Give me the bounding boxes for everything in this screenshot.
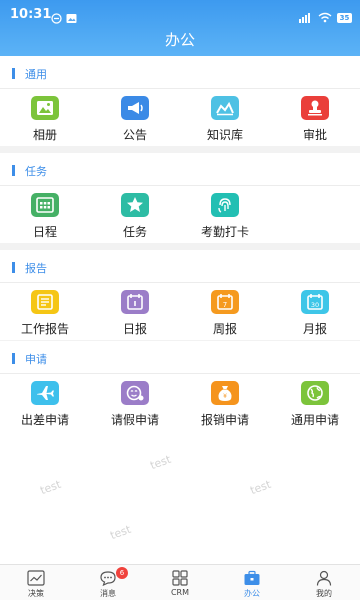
knowledge-base-icon	[211, 96, 239, 120]
item-label: 通用申请	[290, 413, 339, 427]
monthly-report-button[interactable]: 30 月报	[270, 282, 360, 342]
reimbursement-button[interactable]: ¥ 报销申请	[180, 373, 270, 433]
section-marker	[12, 68, 15, 79]
item-label: 公告	[122, 128, 147, 142]
business-trip-button[interactable]: 出差申请	[0, 373, 90, 433]
item-label: 月报	[302, 322, 327, 336]
wifi-icon	[318, 8, 332, 27]
tab-office[interactable]: 办公	[216, 565, 288, 600]
star-icon	[121, 193, 149, 217]
section-marker	[12, 165, 15, 176]
chat-bubble-icon	[99, 570, 117, 587]
task-button[interactable]: 任务	[90, 185, 180, 245]
battery-icon: 35	[337, 12, 352, 23]
tab-decision[interactable]: 决策	[0, 565, 72, 600]
schedule-button[interactable]: 日程	[0, 185, 90, 245]
monthly-icon-text: 30	[311, 301, 319, 309]
user-icon	[315, 570, 333, 586]
tab-me[interactable]: 我的	[288, 565, 360, 600]
section-header: 通用	[0, 56, 360, 88]
office-content: 通用 相册 公告 知识库 审批 任务 日程 任务 考勤打卡 报告 工作报告 日报…	[0, 56, 360, 564]
chart-icon	[27, 570, 45, 586]
section-applications: 申请 出差申请 请假申请 ¥ 报销申请 通用申请 test test test …	[0, 341, 360, 564]
section-reports: 报告 工作报告 日报 7 周报 30 月报	[0, 250, 360, 340]
section-tasks: 任务 日程 任务 考勤打卡	[0, 153, 360, 243]
item-label: 请假申请	[110, 413, 159, 427]
image-notification-icon	[66, 9, 77, 23]
app-header: 10:31 35 办公	[0, 0, 360, 56]
section-header: 报告	[0, 250, 360, 282]
tab-label: 消息	[100, 589, 116, 598]
section-header: 任务	[0, 153, 360, 185]
item-label: 周报	[212, 322, 237, 336]
unread-badge: 6	[116, 567, 128, 579]
knowledge-base-button[interactable]: 知识库	[180, 88, 270, 148]
item-label: 日程	[32, 225, 57, 239]
item-label: 审批	[302, 128, 327, 142]
tab-messages[interactable]: 6 消息	[72, 565, 144, 600]
weekly-icon-text: 7	[223, 301, 227, 309]
calendar-grid-icon	[31, 193, 59, 217]
svg-text:¥: ¥	[223, 393, 227, 400]
watermark: test	[108, 522, 133, 543]
item-label: 出差申请	[20, 413, 69, 427]
status-time: 10:31	[10, 7, 52, 22]
status-bar: 10:31 35	[0, 0, 360, 28]
item-label: 工作报告	[20, 322, 69, 336]
briefcase-icon	[243, 570, 261, 586]
item-label: 相册	[32, 128, 57, 142]
section-title: 通用	[25, 68, 47, 81]
page-title: 办公	[164, 31, 195, 49]
signal-icon	[299, 8, 313, 27]
attendance-button[interactable]: 考勤打卡	[180, 185, 270, 245]
watermark: test	[248, 477, 273, 498]
section-general: 通用 相册 公告 知识库 审批	[0, 56, 360, 146]
announcement-button[interactable]: 公告	[90, 88, 180, 148]
fingerprint-icon	[211, 193, 239, 217]
bottom-tab-bar: 决策 6 消息 CRM 办公 我的	[0, 564, 360, 600]
item-label: 任务	[122, 225, 147, 239]
notification-minus-icon	[51, 9, 62, 24]
money-bag-icon: ¥	[211, 381, 239, 405]
watermark: test	[148, 452, 173, 473]
approval-button[interactable]: 审批	[270, 88, 360, 148]
approval-stamp-icon	[301, 96, 329, 120]
airplane-icon	[31, 381, 59, 405]
status-icons: 35	[299, 8, 352, 27]
leave-request-icon	[121, 381, 149, 405]
section-title: 申请	[25, 353, 47, 366]
grid-apps-icon	[171, 570, 189, 586]
section-marker	[12, 353, 15, 364]
globe-icon	[301, 381, 329, 405]
section-header: 申请	[0, 341, 360, 373]
general-application-button[interactable]: 通用申请	[270, 373, 360, 433]
photo-album-icon	[31, 96, 59, 120]
megaphone-icon	[121, 96, 149, 120]
album-button[interactable]: 相册	[0, 88, 90, 148]
work-report-icon	[31, 290, 59, 314]
tab-label: 决策	[28, 589, 44, 598]
tab-label: CRM	[170, 588, 190, 597]
item-label: 考勤打卡	[200, 225, 249, 239]
section-title: 任务	[25, 165, 47, 178]
monthly-report-icon: 30	[301, 290, 329, 314]
tab-crm[interactable]: CRM	[144, 565, 216, 600]
tab-label: 我的	[316, 589, 332, 598]
work-report-button[interactable]: 工作报告	[0, 282, 90, 342]
section-title: 报告	[25, 262, 47, 275]
weekly-report-button[interactable]: 7 周报	[180, 282, 270, 342]
item-label: 报销申请	[200, 413, 249, 427]
section-marker	[12, 262, 15, 273]
tab-label: 办公	[244, 589, 260, 598]
item-label: 知识库	[206, 128, 243, 142]
daily-report-button[interactable]: 日报	[90, 282, 180, 342]
leave-request-button[interactable]: 请假申请	[90, 373, 180, 433]
watermark: test	[38, 477, 63, 498]
weekly-report-icon: 7	[211, 290, 239, 314]
daily-report-icon	[121, 290, 149, 314]
item-label: 日报	[122, 322, 147, 336]
